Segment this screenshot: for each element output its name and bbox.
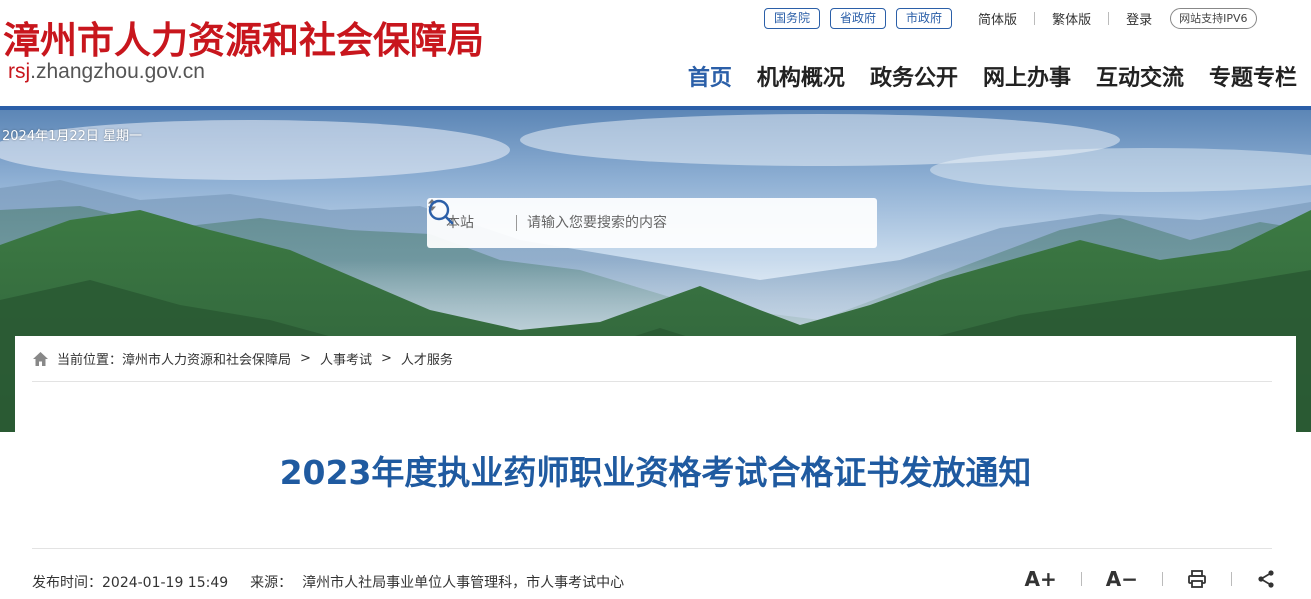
print-icon[interactable] bbox=[1187, 569, 1207, 589]
breadcrumb-label: 当前位置： bbox=[57, 353, 123, 368]
breadcrumb-separator: > bbox=[300, 351, 311, 366]
main-nav: 首页 机构概况 政务公开 网上办事 互动交流 专题专栏 bbox=[663, 60, 1297, 92]
search-icon[interactable] bbox=[427, 198, 455, 226]
divider bbox=[32, 548, 1272, 549]
link-traditional[interactable]: 繁体版 bbox=[1052, 9, 1091, 28]
nav-online-services[interactable]: 网上办事 bbox=[983, 60, 1071, 92]
current-date: 2024年1月22日 星期一 bbox=[2, 129, 143, 144]
link-city-gov[interactable]: 市政府 bbox=[896, 8, 953, 29]
site-header: 漳州市人力资源和社会保障局 rsj.zhangzhou.gov.cn 国务院 省… bbox=[0, 0, 1311, 110]
home-icon bbox=[33, 351, 48, 366]
share-icon[interactable] bbox=[1256, 569, 1276, 589]
source-value: 漳州市人社局事业单位人事管理科，市人事考试中心 bbox=[302, 575, 625, 591]
nav-home[interactable]: 首页 bbox=[688, 60, 732, 92]
divider bbox=[516, 215, 517, 231]
site-title[interactable]: 漳州市人力资源和社会保障局 bbox=[3, 10, 484, 64]
search-bar: 本站 bbox=[427, 198, 877, 248]
link-login[interactable]: 登录 bbox=[1126, 9, 1152, 28]
breadcrumb-item-exams[interactable]: 人事考试 bbox=[320, 349, 372, 368]
article-meta: 发布时间：2024-01-19 15:49 来源： 漳州市人社局事业单位人事管理科，… bbox=[32, 572, 624, 592]
breadcrumb-separator: > bbox=[380, 351, 392, 366]
publish-time: 2024-01-19 15:49 bbox=[102, 575, 229, 591]
breadcrumb: 当前位置： 漳州市人力资源和社会保障局 > 人事考试 > 人才服务 bbox=[32, 349, 453, 368]
nav-government-affairs[interactable]: 政务公开 bbox=[870, 60, 958, 92]
link-province-gov[interactable]: 省政府 bbox=[830, 8, 887, 29]
source-label: 来源： bbox=[250, 575, 293, 591]
divider bbox=[1108, 12, 1110, 25]
nav-organization[interactable]: 机构概况 bbox=[757, 60, 845, 92]
top-links: 国务院 省政府 市政府 简体版 繁体版 登录 网站支持IPV6 bbox=[764, 8, 1257, 29]
link-simplified[interactable]: 简体版 bbox=[978, 9, 1017, 28]
domain-rest: .zhangzhou.gov.cn bbox=[30, 60, 205, 83]
publish-label: 发布时间： bbox=[32, 575, 102, 591]
article-tools: A+ A− bbox=[1025, 567, 1277, 591]
nav-interaction[interactable]: 互动交流 bbox=[1096, 60, 1184, 92]
site-domain: rsj.zhangzhou.gov.cn bbox=[8, 60, 205, 84]
ipv6-badge[interactable]: 网站支持IPV6 bbox=[1170, 8, 1257, 29]
divider bbox=[1162, 572, 1163, 586]
font-larger-button[interactable]: A+ bbox=[1025, 567, 1057, 591]
link-state-council[interactable]: 国务院 bbox=[764, 8, 821, 29]
article-title: 2023年度执业药师职业资格考试合格证书发放通知 bbox=[279, 453, 1032, 492]
divider bbox=[32, 381, 1272, 382]
search-input[interactable] bbox=[527, 198, 817, 248]
divider bbox=[1080, 572, 1082, 586]
domain-accent: rsj bbox=[8, 60, 31, 83]
article-panel: 当前位置： 漳州市人力资源和社会保障局 > 人事考试 > 人才服务 2023年度… bbox=[15, 336, 1296, 599]
divider bbox=[1231, 572, 1232, 586]
breadcrumb-item-home[interactable]: 漳州市人力资源和社会保障局 bbox=[122, 349, 291, 368]
divider bbox=[1034, 12, 1036, 25]
font-smaller-button[interactable]: A− bbox=[1106, 567, 1138, 591]
breadcrumb-item-talent[interactable]: 人才服务 bbox=[401, 349, 453, 368]
nav-special-topics[interactable]: 专题专栏 bbox=[1209, 60, 1297, 92]
